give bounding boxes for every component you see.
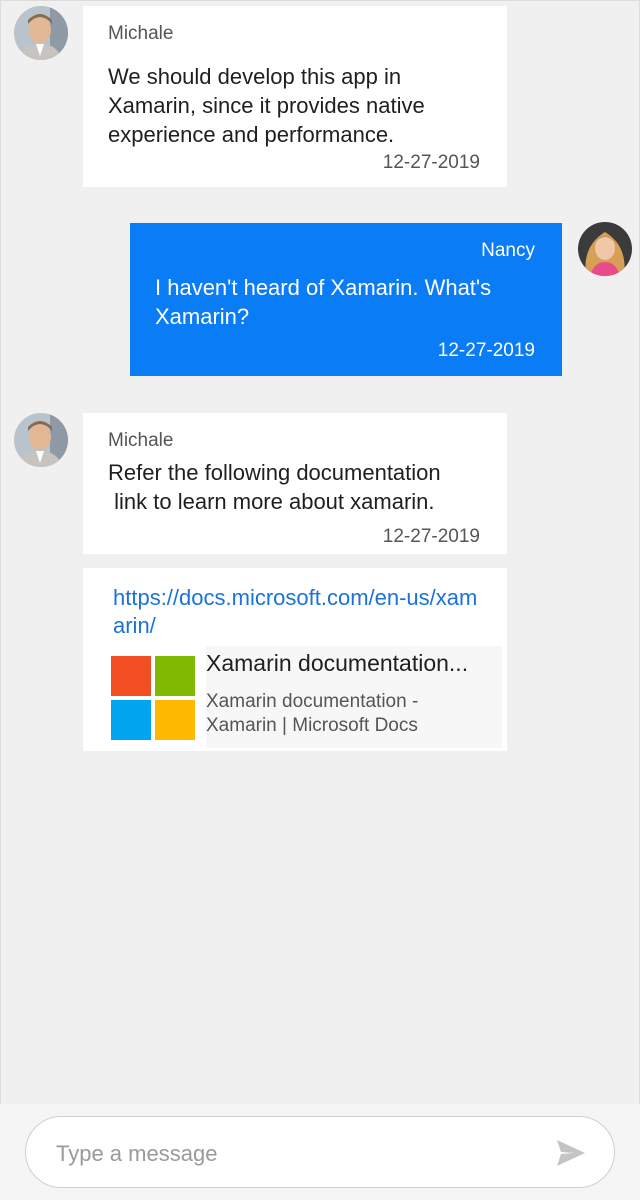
link-preview-card[interactable]: Xamarin documentation... Xamarin documen… <box>206 646 502 748</box>
message-timestamp: 12-27-2019 <box>437 340 535 361</box>
link-preview-title: Xamarin documentation... <box>206 650 469 676</box>
male-avatar-icon <box>14 413 68 467</box>
message-text: I haven't heard of Xamarin. What's Xamar… <box>155 275 492 329</box>
avatar-nancy[interactable] <box>578 222 632 276</box>
message-timestamp: 12-27-2019 <box>382 526 480 547</box>
send-button[interactable] <box>556 1139 586 1167</box>
send-icon <box>557 1140 585 1166</box>
message-bubble-outgoing: Nancy I haven't heard of Xamarin. What's… <box>130 223 562 376</box>
message-author: Michale <box>108 430 174 451</box>
message-text: Refer the following documentation link t… <box>108 460 441 514</box>
female-avatar-icon <box>578 222 632 276</box>
male-avatar-icon <box>14 6 68 60</box>
message-timestamp: 12-27-2019 <box>382 152 480 173</box>
message-bubble: Michale We should develop this app in Xa… <box>83 6 507 187</box>
microsoft-logo-icon <box>111 656 195 740</box>
message-bubble: Michale Refer the following documentatio… <box>83 413 507 554</box>
avatar-michale[interactable] <box>14 6 68 60</box>
avatar-michale[interactable] <box>14 413 68 467</box>
message-author: Nancy <box>481 240 535 261</box>
message-input-container <box>25 1116 615 1188</box>
message-text: We should develop this app in Xamarin, s… <box>108 64 425 147</box>
link-url[interactable]: https://docs.microsoft.com/en-us/xamarin… <box>113 584 483 640</box>
message-input[interactable] <box>54 1135 538 1173</box>
link-preview-description: Xamarin documentation - Xamarin | Micros… <box>206 691 419 736</box>
message-author: Michale <box>108 23 174 44</box>
